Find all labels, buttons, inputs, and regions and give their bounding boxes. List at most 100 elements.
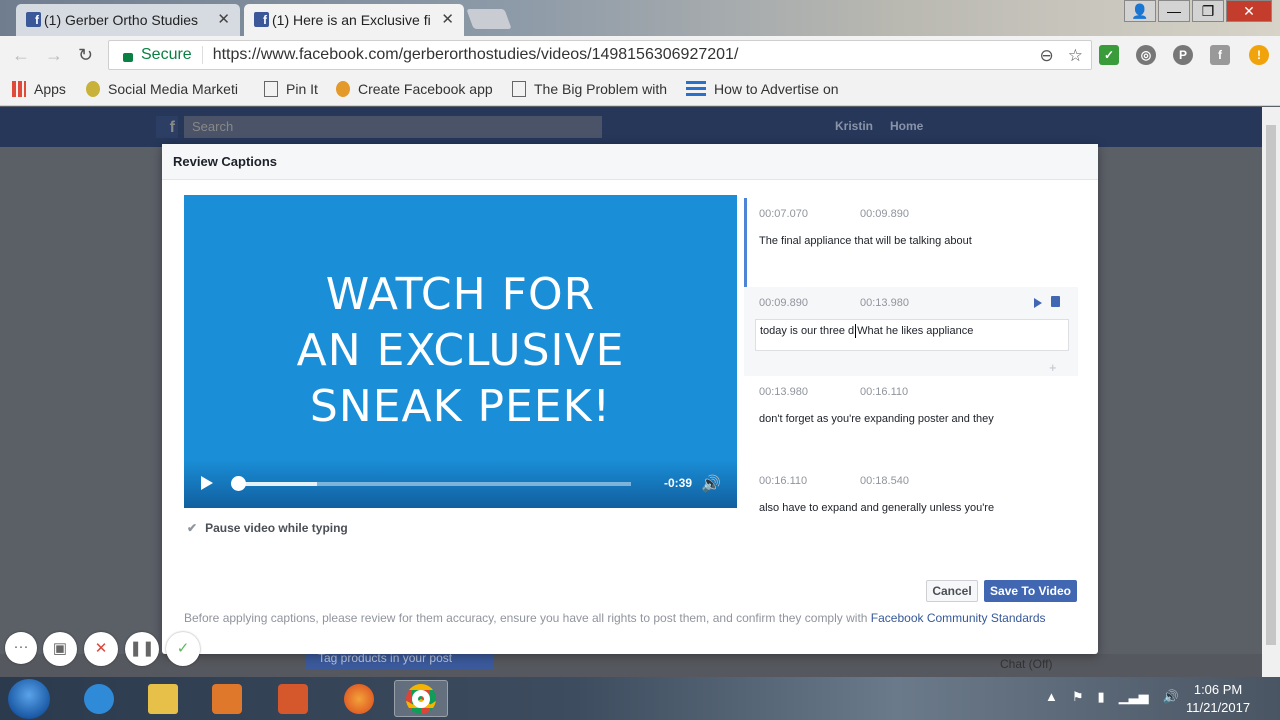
pinterest-icon[interactable]: P [1173, 45, 1193, 65]
bookmark-create-facebook-app[interactable]: Create Facebook app [336, 81, 496, 97]
bookmark-star-icon[interactable]: ☆ [1068, 46, 1083, 66]
tab-close-icon[interactable]: ✕ [441, 10, 454, 28]
facebook-home-link[interactable]: Home [890, 119, 923, 133]
checkmark-icon[interactable]: ✔ [187, 521, 197, 535]
pause-recording-icon[interactable]: ❚❚ [125, 632, 159, 666]
community-standards-link[interactable]: Facebook Community Standards [871, 611, 1046, 625]
chrome-icon[interactable] [394, 680, 448, 717]
video-player[interactable]: WATCH FOR AN EXCLUSIVE SNEAK PEEK! -0:39… [184, 195, 737, 508]
restore-button[interactable]: ❐ [1192, 0, 1224, 22]
clock-time: 1:06 PM [1193, 682, 1243, 697]
caption-end-time[interactable]: 00:09.890 [860, 208, 961, 220]
video-progress-bar[interactable] [231, 476, 631, 491]
caption-end-time[interactable]: 00:13.980 [860, 297, 961, 309]
bookmark-label: Apps [34, 81, 66, 97]
caption-end-time[interactable]: 00:18.540 [860, 475, 961, 487]
back-arrow-icon[interactable]: ← [12, 45, 30, 66]
extension-shield-icon[interactable]: ✓ [1099, 45, 1119, 65]
add-caption-icon[interactable]: + [1049, 360, 1057, 375]
bookmark-how-to-advertise[interactable]: How to Advertise on [686, 81, 846, 97]
caption-start-time[interactable]: 00:13.980 [759, 386, 860, 398]
new-tab-button[interactable] [466, 9, 512, 29]
caption-text[interactable]: also have to expand and generally unless… [759, 502, 1078, 514]
video-buffer-fill [234, 482, 318, 486]
caption-text-before-cursor: today is our three d [760, 324, 855, 337]
caption-start-time[interactable]: 00:09.890 [759, 297, 860, 309]
browser-tab-gerber-ortho[interactable]: f (1) Gerber Ortho Studies ✕ [16, 4, 240, 36]
bookmark-favicon-icon [336, 81, 350, 97]
speaker-icon[interactable]: 🔊 [1163, 689, 1179, 705]
caption-text-field[interactable]: today is our three d What he likes applia… [755, 319, 1069, 351]
internet-explorer-icon[interactable] [72, 680, 126, 717]
user-profile-icon[interactable]: 👤 [1124, 0, 1156, 22]
caption-start-time[interactable]: 00:16.110 [759, 475, 860, 487]
caption-list[interactable]: 00:07.070 00:09.890 The final appliance t… [744, 198, 1078, 568]
caption-start-time[interactable]: 00:07.070 [759, 208, 860, 220]
facebook-user-name[interactable]: Kristin [835, 119, 873, 133]
paint-app-icon[interactable] [266, 680, 320, 717]
caption-end-time[interactable]: 00:16.110 [860, 386, 961, 398]
bookmark-label: How to Advertise on [714, 81, 839, 97]
caption-item-editing[interactable]: 00:09.890 00:13.980 today is our three dW… [744, 287, 1078, 376]
play-caption-icon[interactable] [1034, 298, 1042, 308]
system-clock[interactable]: 1:06 PM 11/21/2017 [1186, 681, 1250, 717]
chrome-menu-alert-icon[interactable]: ! [1249, 45, 1269, 65]
bookmark-label: Pin It [286, 81, 318, 97]
cancel-recording-icon[interactable]: ✕ [84, 632, 118, 666]
file-explorer-icon[interactable] [136, 680, 190, 717]
dialog-title: Review Captions [162, 144, 1098, 180]
caption-text-after-cursor: What he likes appliance [857, 324, 974, 337]
caption-text[interactable]: don't forget as you're expanding poster … [759, 413, 1078, 425]
volume-icon[interactable]: 🔊 [701, 474, 721, 493]
reload-icon[interactable]: ↻ [78, 45, 93, 66]
action-center-flag-icon[interactable]: ⚑ [1072, 689, 1084, 705]
facebook-extension-icon[interactable]: f [1210, 45, 1230, 65]
minimize-button[interactable]: — [1158, 0, 1190, 22]
windows-start-icon[interactable] [8, 679, 50, 719]
firefox-icon[interactable] [332, 680, 386, 717]
video-text-line: SNEAK PEEK! [309, 381, 612, 432]
caption-item[interactable]: 00:07.070 00:09.890 The final appliance t… [744, 198, 1078, 287]
forward-arrow-icon[interactable]: → [45, 45, 63, 66]
extension-sync-icon[interactable]: ◎ [1136, 45, 1156, 65]
power-icon[interactable]: ▮ [1098, 689, 1105, 705]
page-icon [512, 81, 526, 97]
window-close-button[interactable]: ✕ [1226, 0, 1272, 22]
bookmarks-bar: Apps Social Media Marketi Pin It Create … [0, 74, 1280, 106]
secure-label: Secure [141, 46, 203, 64]
facebook-logo-icon[interactable]: f [156, 116, 178, 138]
video-scrubber-handle[interactable] [231, 476, 246, 491]
wave-icon [686, 81, 706, 97]
scrollbar-thumb[interactable] [1266, 125, 1276, 645]
cancel-button[interactable]: Cancel [926, 580, 978, 602]
finish-recording-icon[interactable]: ✓ [166, 632, 200, 666]
caption-item[interactable]: 00:16.110 00:18.540 also have to expand a… [744, 465, 1078, 554]
bookmark-label: Social Media Marketi [108, 81, 238, 97]
page-scrollbar[interactable] [1262, 107, 1280, 677]
bookmark-social-media[interactable]: Social Media Marketi [86, 81, 246, 97]
bookmark-apps[interactable]: Apps [12, 81, 92, 97]
facebook-header: f Search Kristin Home [0, 107, 1262, 147]
show-hidden-icons-icon[interactable]: ▲ [1045, 689, 1058, 705]
trash-icon[interactable] [1051, 296, 1060, 307]
chat-status[interactable]: Chat (Off) [1000, 657, 1052, 671]
page-icon [264, 81, 278, 97]
camera-toggle-icon[interactable]: ▣ [43, 632, 77, 666]
play-icon[interactable] [201, 476, 213, 490]
bookmark-pin-it[interactable]: Pin It [264, 81, 334, 97]
url-text[interactable]: https://www.facebook.com/gerberorthostud… [213, 46, 739, 64]
save-to-video-button[interactable]: Save To Video [984, 580, 1077, 602]
zoom-icon[interactable]: ⊖ [1040, 46, 1054, 66]
caption-item[interactable]: 00:13.980 00:16.110 don't forget as you'r… [744, 376, 1078, 465]
pause-while-typing-option[interactable]: ✔ Pause video while typing [187, 521, 348, 535]
tab-close-icon[interactable]: ✕ [217, 10, 230, 28]
network-icon[interactable]: ▁▃▅ [1119, 689, 1149, 705]
browser-tab-exclusive[interactable]: f (1) Here is an Exclusive fi ✕ [244, 4, 464, 36]
caption-text[interactable]: The final appliance that will be talking… [759, 235, 1078, 247]
facebook-search-input[interactable]: Search [184, 116, 602, 138]
bookmark-big-problem[interactable]: The Big Problem with [512, 81, 672, 97]
video-controls: -0:39 🔊 [184, 458, 737, 508]
more-options-icon[interactable]: ··· [5, 632, 37, 664]
address-bar[interactable]: Secure https://www.facebook.com/gerberor… [108, 40, 1092, 70]
media-player-icon[interactable] [200, 680, 254, 717]
